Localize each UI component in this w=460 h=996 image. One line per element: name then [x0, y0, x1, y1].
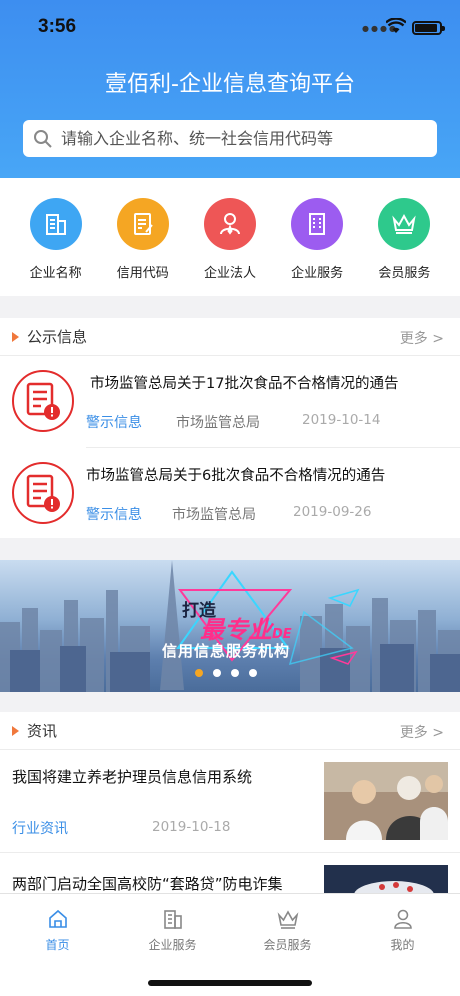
notice-date: 2019-09-26	[293, 504, 372, 520]
quick-item-label: 企业法人	[203, 266, 256, 281]
tab-label: 我的	[390, 938, 415, 952]
status-bar: 3:56 ●●●●	[0, 16, 460, 44]
notice-date: 2019-10-14	[302, 412, 381, 428]
quick-item-label: 信用代码	[116, 266, 169, 281]
building-icon	[29, 198, 82, 250]
tab-home[interactable]: 首页	[0, 894, 115, 996]
quick-item-label: 会员服务	[378, 266, 431, 281]
quick-item-enterprise-service[interactable]: 企业服务	[277, 178, 357, 296]
quick-item-member-service[interactable]: 会员服务	[364, 178, 444, 296]
more-link[interactable]: 更多 >	[400, 722, 444, 742]
list-item[interactable]: 市场监管总局关于6批次食品不合格情况的通告 警示信息 市场监管总局 2019-0…	[12, 447, 460, 538]
page-title: 壹佰利-企业信息查询平台	[105, 72, 355, 97]
notice-tag: 警示信息	[86, 415, 142, 431]
crown-icon	[277, 910, 298, 929]
search-icon	[34, 129, 52, 148]
triangle-icon	[12, 331, 19, 342]
crown-icon	[378, 198, 431, 250]
tab-label: 首页	[45, 938, 70, 952]
carousel-dot[interactable]	[195, 669, 203, 677]
triangle-icon	[12, 725, 19, 736]
office-icon	[291, 198, 344, 250]
wifi-icon	[385, 17, 407, 38]
list-item[interactable]: 我国将建立养老护理员信息信用系统 行业资讯 2019-10-18	[0, 750, 460, 853]
chevron-right-icon: >	[432, 331, 444, 347]
building-icon	[163, 910, 182, 929]
news-thumbnail	[324, 865, 448, 893]
carousel-dot[interactable]	[249, 669, 257, 677]
news-date: 2019-10-18	[152, 819, 231, 835]
more-label: 更多	[399, 331, 428, 347]
notice-title: 市场监管总局关于17批次食品不合格情况的通告	[90, 376, 399, 392]
search-input[interactable]	[61, 129, 421, 148]
home-icon	[48, 909, 67, 928]
tab-mine[interactable]: 我的	[345, 894, 460, 996]
news-tag: 行业资讯	[12, 821, 68, 837]
news-title: 我国将建立养老护理员信息信用系统	[12, 768, 253, 786]
quick-menu: 企业名称 信用代码 企业法人 企业服务 会员服务	[0, 178, 460, 296]
header: 3:56 ●●●● 壹佰利-企业信息查询平台	[0, 0, 460, 178]
news-title: 两部门启动全国高校防“套路贷”防电诈集	[12, 875, 283, 893]
more-label: 更多	[399, 725, 428, 741]
news-thumbnail	[324, 762, 448, 840]
section-header: 公示信息 更多 >	[0, 318, 460, 356]
tab-label: 企业服务	[148, 938, 197, 952]
carousel-dot[interactable]	[231, 669, 239, 677]
tab-label: 会员服务	[263, 938, 312, 952]
home-indicator	[148, 980, 312, 986]
search-bar[interactable]	[23, 120, 437, 157]
carousel-dot[interactable]	[213, 669, 221, 677]
document-edit-icon	[116, 198, 169, 250]
news-section: 资讯 更多 > 我国将建立养老护理员信息信用系统 行业资讯 2019-10-18…	[0, 712, 460, 893]
notice-section: 公示信息 更多 > 市场监管总局关于17批次食品不合格情况的通告 警示信息 市场…	[0, 318, 460, 538]
notice-org: 市场监管总局	[172, 507, 256, 523]
status-time: 3:56	[38, 16, 77, 37]
banner-line3: 信用信息服务机构	[162, 642, 291, 660]
section-title: 资讯	[27, 722, 58, 740]
quick-item-company-name[interactable]: 企业名称	[16, 178, 96, 296]
person-icon	[203, 198, 256, 250]
notice-tag: 警示信息	[86, 507, 142, 523]
quick-item-credit-code[interactable]: 信用代码	[103, 178, 183, 296]
list-item[interactable]: 市场监管总局关于17批次食品不合格情况的通告 警示信息 市场监管总局 2019-…	[0, 356, 460, 447]
list-item[interactable]: 两部门启动全国高校防“套路贷”防电诈集	[0, 853, 460, 893]
warning-document-icon	[12, 462, 74, 524]
chevron-right-icon: >	[432, 725, 444, 741]
more-link[interactable]: 更多 >	[400, 328, 444, 348]
carousel-indicator	[195, 669, 257, 677]
quick-item-legal-person[interactable]: 企业法人	[190, 178, 270, 296]
section-header: 资讯 更多 >	[0, 712, 460, 750]
notice-org: 市场监管总局	[176, 415, 260, 431]
battery-icon	[412, 21, 445, 35]
quick-item-label: 企业名称	[29, 266, 82, 281]
user-icon	[393, 909, 412, 929]
notice-title: 市场监管总局关于6批次食品不合格情况的通告	[86, 468, 386, 484]
section-title: 公示信息	[27, 328, 88, 346]
warning-document-icon	[12, 370, 74, 432]
quick-item-label: 企业服务	[291, 266, 344, 281]
